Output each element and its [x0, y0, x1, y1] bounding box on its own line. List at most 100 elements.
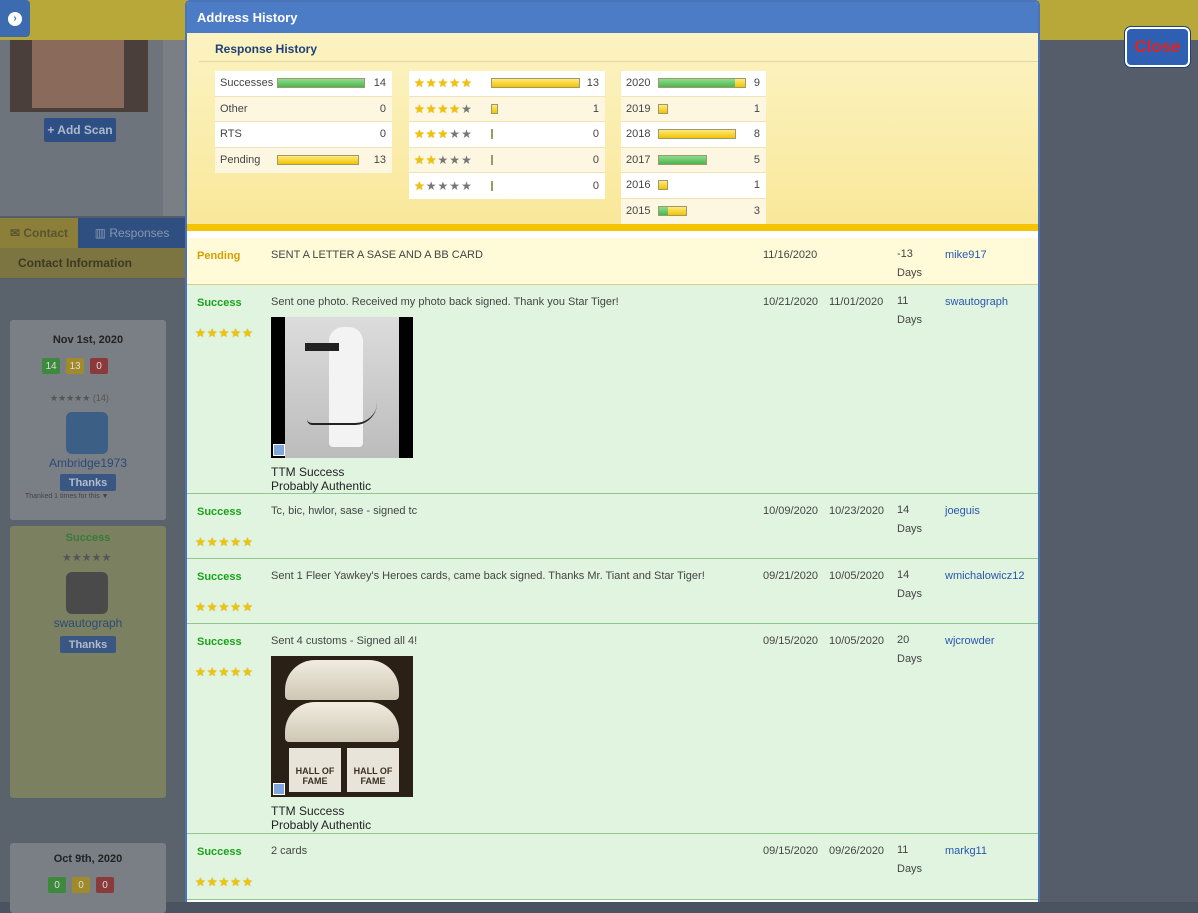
response-status: Success [197, 506, 242, 518]
user-card-stars: ★★★★★ (14) [50, 393, 109, 403]
star-icon: ★ [195, 326, 206, 340]
status-bar [277, 78, 365, 89]
status-label: RTS [220, 128, 242, 141]
year-row: 2016 1 [621, 173, 766, 199]
sidebar-toggle-button[interactable]: › [0, 0, 30, 37]
response-username-link[interactable]: mike917 [945, 249, 987, 261]
response-description: Tc, bic, hwlor, sase - signed tc [271, 505, 418, 517]
status-count: 13 [373, 154, 386, 167]
image-icon [273, 444, 285, 456]
response-photo[interactable]: HALL OF FAME HALL OF FAME [271, 656, 413, 797]
response-received-date: 10/05/2020 [829, 570, 885, 582]
response-username-link[interactable]: markg11 [945, 845, 987, 857]
response-username-link[interactable]: wjcrowder [945, 635, 995, 647]
year-bar-pending [659, 130, 736, 139]
star-icon: ★ [449, 152, 461, 167]
avatar[interactable] [66, 412, 108, 454]
close-button[interactable]: Close [1125, 27, 1190, 67]
year-bar [658, 103, 668, 114]
caption-status: TTM Success [271, 804, 345, 818]
star-icon: ★ [195, 875, 206, 889]
year-count: 1 [753, 179, 760, 192]
response-sent-date: 09/15/2020 [763, 845, 819, 857]
response-description: SENT A LETTER A SASE AND A BB CARD [271, 249, 483, 261]
star-icon: ★ [425, 101, 437, 116]
status-bar [277, 155, 359, 166]
year-label: 2020 [626, 77, 651, 90]
response-photo[interactable] [271, 317, 413, 458]
rating-summary-table: ★ ★ ★ ★ ★ 13 ★ ★ ★ ★ ★ 1 ★ ★ ★ ★ ★ 0 ★ ★ ★ ★ ★ 0 ★ ★ ★ ★ ★ 0 [409, 71, 605, 199]
year-bar [658, 78, 746, 89]
rating-stars: ★ ★ ★ ★ ★ [414, 128, 472, 140]
response-received-date: 10/05/2020 [829, 635, 885, 647]
image-icon [273, 783, 285, 795]
days-label: Days [897, 653, 923, 665]
user-card-date: Oct 9th, 2020 [53, 853, 123, 865]
star-icon: ★ [206, 665, 218, 679]
rating-count: 0 [592, 179, 599, 192]
star-icon: ★ [437, 178, 449, 193]
response-item: Success Sent 1 Fleer Yawkey's Heroes card… [187, 559, 1038, 624]
response-rating-stars: ★ ★ ★ ★ ★ [195, 666, 253, 678]
response-days: 11 Days [897, 292, 922, 330]
rating-stars: ★ ★ ★ ★ ★ [414, 180, 472, 192]
status-count: 0 [379, 128, 386, 141]
star-icon: ★ [195, 535, 206, 549]
star-icon: ★ [449, 76, 461, 91]
photo-baseball [285, 702, 399, 742]
star-icon: ★ [242, 535, 253, 549]
star-icon: ★ [242, 600, 253, 614]
response-received-date: 11/01/2020 [829, 296, 884, 308]
response-caption: TTM Success Probably Authentic [271, 804, 371, 832]
rating-bar-fill [492, 104, 497, 113]
response-description: Sent 1 Fleer Yawkey's Heroes cards, came… [271, 570, 705, 582]
add-scan-button[interactable]: + Add Scan [44, 118, 116, 142]
envelope-icon: ✉ [9, 226, 24, 240]
year-count: 1 [753, 102, 760, 115]
days-label: Days [897, 267, 923, 279]
response-username-link[interactable]: wmichalowicz12 [945, 570, 1024, 582]
response-item: Success Sent one photo. Received my photo… [187, 285, 1038, 494]
photo-plaque-text: HALL OF FAME [353, 766, 393, 786]
status-count: 0 [379, 102, 386, 115]
caption-authenticity: Probably Authentic [271, 818, 372, 832]
star-icon: ★ [218, 875, 230, 889]
rating-count: 0 [592, 128, 599, 141]
thanks-button[interactable]: Thanks [60, 636, 116, 653]
star-icon: ★ [449, 127, 461, 142]
star-icon: ★ [218, 600, 230, 614]
user-card-username[interactable]: swautograph [10, 616, 166, 630]
user-card-date: Nov 1st, 2020 [52, 334, 124, 346]
response-rating-stars: ★ ★ ★ ★ ★ [195, 536, 253, 548]
response-username-link[interactable]: joeguis [945, 505, 980, 517]
star-icon: ★ [218, 326, 230, 340]
star-icon: ★ [461, 178, 472, 193]
tab-responses[interactable]: ▥ Responses [78, 218, 186, 248]
divider [199, 61, 1038, 62]
days-label: Days [897, 314, 923, 326]
rating-stars: ★ ★ ★ ★ ★ [414, 77, 472, 89]
star-icon: ★ [242, 875, 253, 889]
response-days: -13 Days [897, 245, 922, 283]
response-username-link[interactable]: swautograph [945, 296, 1008, 308]
star-icon: ★ [449, 101, 461, 116]
star-icon: ★ [218, 665, 230, 679]
response-description: 2 cards [271, 845, 308, 857]
status-row: Pending 13 [215, 147, 392, 173]
star-icon: ★ [425, 127, 437, 142]
card-scan-image [10, 40, 148, 112]
star-icon: ★ [206, 600, 218, 614]
photo-baseball [285, 660, 399, 700]
response-sent-date: 09/21/2020 [763, 570, 819, 582]
star-icon: ★ [437, 76, 449, 91]
user-card-username[interactable]: Ambridge1973 [10, 456, 166, 470]
background-tabs: ✉ Contact ▥ Responses [0, 218, 186, 248]
thanks-button[interactable]: Thanks [60, 474, 116, 491]
avatar[interactable] [66, 572, 108, 614]
rating-row: ★ ★ ★ ★ ★ 0 [409, 147, 605, 173]
user-card-3: Oct 9th, 2020 0 0 0 [10, 843, 166, 913]
response-days: 20 Days [897, 631, 922, 669]
year-label: 2017 [626, 153, 651, 166]
tab-contact[interactable]: ✉ Contact [0, 218, 78, 248]
year-count: 3 [753, 205, 760, 218]
